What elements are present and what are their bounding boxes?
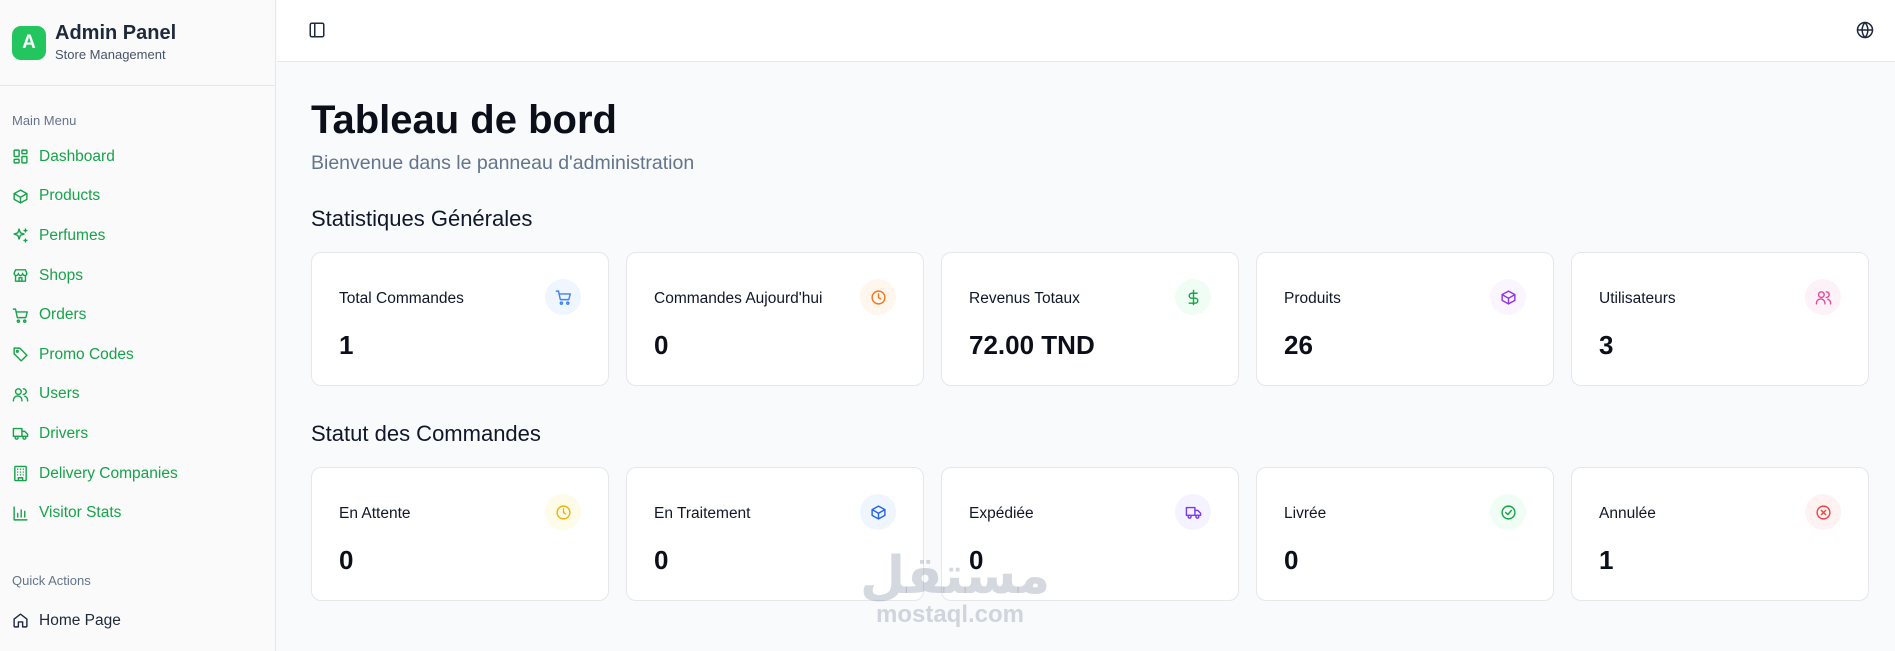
sidebar-item-label: Drivers	[39, 424, 89, 442]
watermark-latin: mostaql.com	[875, 601, 1025, 628]
users-icon	[1805, 279, 1841, 315]
dollar-sign-icon	[1175, 279, 1211, 315]
sidebar-item-visitor-stats[interactable]: Visitor Stats	[0, 493, 275, 533]
brand-logo: A	[12, 25, 46, 60]
stat-label: Produits	[1284, 290, 1341, 307]
layout-dashboard-icon	[12, 148, 29, 165]
stat-label: Revenus Totaux	[969, 290, 1080, 307]
stat-value: 1	[339, 330, 354, 360]
sidebar-item-promo-codes[interactable]: Promo Codes	[0, 335, 275, 375]
brand-title: Admin Panel	[55, 22, 177, 44]
stat-card-total-orders: Total Commandes 1	[311, 252, 609, 386]
home-icon	[12, 612, 29, 629]
sidebar-item-drivers[interactable]: Drivers	[0, 414, 275, 454]
shopping-cart-icon	[12, 307, 29, 324]
stat-card-orders-today: Commandes Aujourd'hui 0	[626, 252, 924, 386]
stat-label: En Attente	[339, 505, 411, 522]
store-icon	[12, 267, 29, 284]
stat-value: 1	[1599, 545, 1614, 575]
status-card-shipped: Expédiée 0	[941, 467, 1239, 601]
stat-value: 0	[339, 545, 354, 575]
sidebar-toggle-button[interactable]	[307, 20, 327, 40]
sidebar: A Admin Panel Store Management Main Menu…	[0, 0, 276, 651]
stat-value: 3	[1599, 330, 1614, 360]
main-menu: Dashboard Products Perfumes Shops Orders…	[0, 137, 275, 533]
general-stats-title: Statistiques Générales	[311, 206, 533, 231]
stat-value: 72.00 TND	[969, 330, 1095, 360]
x-circle-icon	[1805, 494, 1841, 530]
sparkles-icon	[12, 227, 29, 244]
stat-label: Livrée	[1284, 505, 1327, 522]
stat-value: 26	[1284, 330, 1313, 360]
order-status-cards: En Attente 0 En Traitement 0 Expédiée 0 …	[311, 467, 1869, 601]
sidebar-item-label: Perfumes	[39, 226, 106, 244]
clock-icon	[860, 279, 896, 315]
language-button[interactable]	[1855, 20, 1875, 40]
stat-card-total-revenue: Revenus Totaux 72.00 TND	[941, 252, 1239, 386]
package-icon	[12, 188, 29, 205]
sidebar-item-perfumes[interactable]: Perfumes	[0, 216, 275, 256]
panel-left-icon	[308, 21, 326, 39]
sidebar-item-label: Users	[39, 385, 80, 403]
sidebar-item-products[interactable]: Products	[0, 177, 275, 217]
stat-value: 0	[654, 330, 669, 360]
quick-actions-label: Quick Actions	[12, 572, 91, 588]
status-card-cancelled: Annulée 1	[1571, 467, 1869, 601]
status-card-delivered: Livrée 0	[1256, 467, 1554, 601]
package-icon	[1490, 279, 1526, 315]
clock-icon	[545, 494, 581, 530]
main-menu-label: Main Menu	[12, 113, 77, 128]
sidebar-item-home-page[interactable]: Home Page	[0, 604, 275, 638]
check-circle-icon	[1490, 494, 1526, 530]
stat-label: Total Commandes	[339, 290, 464, 307]
sidebar-item-shops[interactable]: Shops	[0, 256, 275, 296]
sidebar-item-label: Orders	[39, 306, 87, 324]
stat-card-users: Utilisateurs 3	[1571, 252, 1869, 386]
stat-label: Utilisateurs	[1599, 290, 1676, 307]
brand-subtitle: Store Management	[55, 47, 166, 62]
stat-value: 0	[1284, 545, 1299, 575]
sidebar-item-delivery-companies[interactable]: Delivery Companies	[0, 454, 275, 494]
stat-value: 0	[969, 545, 984, 575]
quick-actions-menu: Home Page	[0, 604, 275, 638]
users-icon	[12, 386, 29, 403]
bar-chart-icon	[12, 505, 29, 522]
package-icon	[860, 494, 896, 530]
sidebar-item-label: Promo Codes	[39, 345, 134, 363]
sidebar-item-label: Products	[39, 187, 101, 205]
main-content: Tableau de bord Bienvenue dans le pannea…	[311, 62, 1869, 601]
sidebar-item-orders[interactable]: Orders	[0, 295, 275, 335]
building-icon	[12, 465, 29, 482]
stat-value: 0	[654, 545, 669, 575]
truck-icon	[12, 425, 29, 442]
top-bar	[277, 0, 1895, 62]
sidebar-item-label: Shops	[39, 266, 83, 284]
sidebar-item-dashboard[interactable]: Dashboard	[0, 137, 275, 177]
brand[interactable]: A Admin Panel Store Management	[0, 0, 275, 86]
sidebar-item-users[interactable]: Users	[0, 375, 275, 415]
stat-label: En Traitement	[654, 505, 751, 522]
page-title: Tableau de bord	[311, 98, 617, 142]
stat-label: Expédiée	[969, 505, 1034, 522]
status-card-pending: En Attente 0	[311, 467, 609, 601]
shopping-cart-icon	[545, 279, 581, 315]
stat-card-products: Produits 26	[1256, 252, 1554, 386]
tag-icon	[12, 346, 29, 363]
sidebar-item-label: Delivery Companies	[39, 464, 178, 482]
general-stats-cards: Total Commandes 1 Commandes Aujourd'hui …	[311, 252, 1869, 386]
sidebar-item-label: Home Page	[39, 611, 121, 629]
globe-icon	[1856, 21, 1874, 39]
sidebar-item-label: Dashboard	[39, 147, 115, 165]
stat-label: Annulée	[1599, 505, 1656, 522]
truck-icon	[1175, 494, 1211, 530]
stat-label: Commandes Aujourd'hui	[654, 290, 823, 307]
status-card-processing: En Traitement 0	[626, 467, 924, 601]
page-subtitle: Bienvenue dans le panneau d'administrati…	[311, 152, 695, 174]
order-status-title: Statut des Commandes	[311, 421, 541, 446]
sidebar-item-label: Visitor Stats	[39, 504, 122, 522]
